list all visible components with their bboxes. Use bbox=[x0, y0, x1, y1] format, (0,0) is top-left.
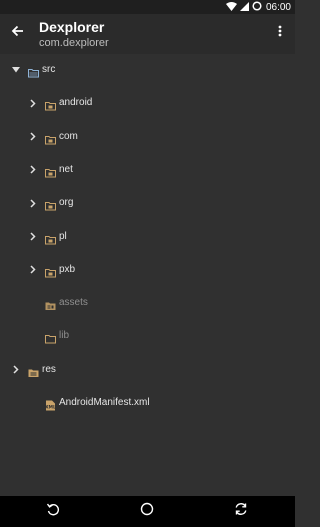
file-tree: src android com net org pl pxb assets lib res XML A… bbox=[0, 54, 295, 496]
nav-rotate-button[interactable] bbox=[45, 503, 61, 519]
tree-item-label: org bbox=[59, 197, 74, 209]
home-circle-icon bbox=[140, 502, 154, 521]
tree-row-lib[interactable]: lib bbox=[0, 320, 295, 353]
package-folder-icon bbox=[45, 232, 56, 244]
chevron-right-icon[interactable] bbox=[28, 165, 38, 175]
back-arrow-icon bbox=[11, 24, 24, 42]
overflow-menu-button[interactable] bbox=[271, 22, 289, 44]
tree-row-androidmanifest-xml[interactable]: XML AndroidManifest.xml bbox=[0, 387, 295, 420]
chevron-right-icon[interactable] bbox=[28, 265, 38, 275]
folder-open-blue-icon bbox=[28, 65, 39, 78]
expand-less-icon[interactable] bbox=[11, 65, 21, 75]
tree-row-com[interactable]: com bbox=[0, 121, 295, 154]
app-subtitle: com.dexplorer bbox=[39, 37, 109, 49]
refresh-icon bbox=[234, 502, 248, 521]
chevron-right-icon[interactable] bbox=[28, 132, 38, 142]
status-icons: 06:00 bbox=[225, 0, 291, 14]
tree-row-assets[interactable]: assets bbox=[0, 287, 295, 320]
svg-text:XML: XML bbox=[45, 405, 56, 411]
chevron-right-icon[interactable] bbox=[28, 198, 38, 208]
tree-item-label: assets bbox=[59, 297, 88, 309]
tree-row-android[interactable]: android bbox=[0, 87, 295, 120]
res-folder-icon bbox=[28, 365, 39, 377]
tree-row-src[interactable]: src bbox=[0, 54, 295, 87]
xml-file-icon: XML bbox=[45, 398, 56, 411]
tree-item-label: src bbox=[42, 64, 56, 75]
package-folder-icon bbox=[45, 265, 56, 278]
tree-row-pxb[interactable]: pxb bbox=[0, 254, 295, 287]
assets-folder-icon bbox=[45, 298, 56, 311]
title-block: Dexplorer com.dexplorer bbox=[39, 19, 109, 50]
status-time: 06:00 bbox=[265, 1, 291, 13]
package-folder-icon bbox=[45, 98, 56, 111]
chevron-right-icon[interactable] bbox=[28, 232, 38, 242]
lib-folder-icon bbox=[45, 331, 56, 344]
nav-refresh-button[interactable] bbox=[233, 502, 249, 521]
tree-item-label: android bbox=[59, 97, 93, 109]
chevron-right-icon[interactable] bbox=[11, 365, 21, 375]
rotate-icon bbox=[46, 502, 60, 521]
tree-row-net[interactable]: net bbox=[0, 154, 295, 187]
back-button[interactable] bbox=[6, 22, 28, 44]
tree-item-label: AndroidManifest.xml bbox=[59, 397, 150, 408]
tree-row-pl[interactable]: pl bbox=[0, 221, 295, 254]
package-folder-icon bbox=[45, 132, 56, 145]
tree-item-label: pl bbox=[59, 230, 67, 242]
tree-item-label: net bbox=[59, 163, 73, 175]
tree-item-label: com bbox=[59, 130, 78, 142]
tree-item-label: pxb bbox=[59, 263, 76, 275]
package-folder-icon bbox=[45, 165, 56, 178]
chevron-right-icon[interactable] bbox=[28, 98, 38, 108]
status-bar: 06:00 bbox=[0, 0, 295, 14]
app-bar: Dexplorer com.dexplorer bbox=[0, 14, 295, 54]
tree-row-org[interactable]: org bbox=[0, 187, 295, 220]
package-folder-icon bbox=[45, 198, 56, 211]
nav-home-button[interactable] bbox=[139, 502, 155, 521]
tree-row-res[interactable]: res bbox=[0, 354, 295, 387]
tree-item-label: res bbox=[42, 363, 56, 375]
navigation-bar bbox=[0, 496, 295, 527]
app-title: Dexplorer bbox=[39, 19, 105, 35]
more-vert-icon bbox=[278, 24, 282, 42]
tree-item-label: lib bbox=[59, 330, 70, 342]
